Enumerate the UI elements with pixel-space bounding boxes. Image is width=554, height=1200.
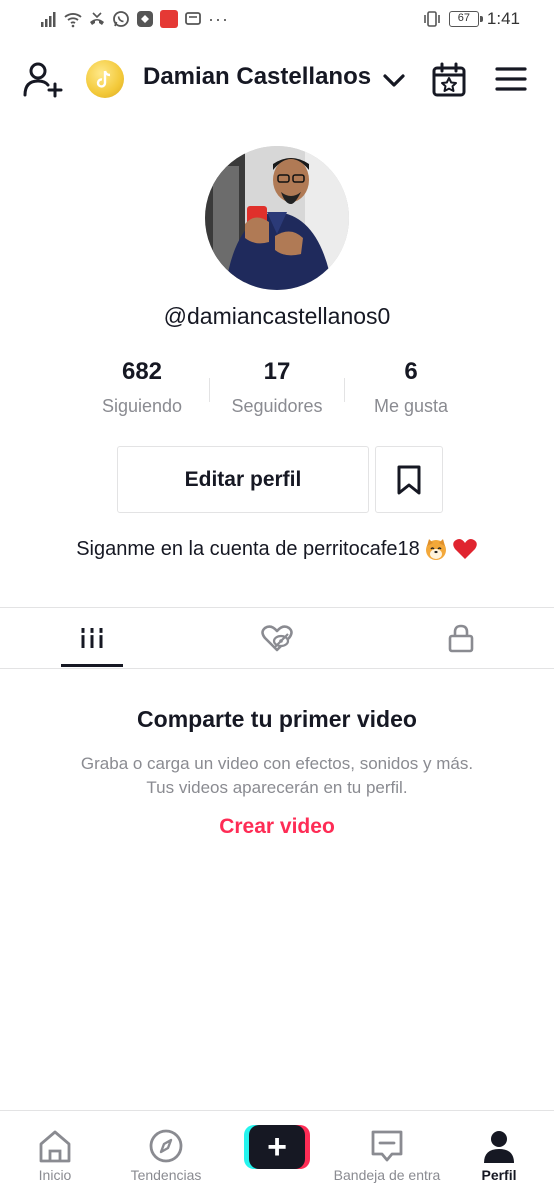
signal-icon	[41, 12, 56, 27]
compass-icon	[149, 1129, 183, 1163]
nav-inbox-label: Bandeja de entra	[333, 1167, 441, 1183]
tiktok-note-icon	[96, 70, 111, 88]
status-bar: ··· 67 1:41	[0, 0, 554, 40]
chevron-down-icon[interactable]	[381, 68, 407, 92]
stat-followers-value: 17	[263, 358, 291, 385]
stat-following-label: Siguiendo	[101, 396, 183, 416]
battery-icon: 67	[448, 11, 483, 27]
create-button[interactable]: +	[244, 1125, 310, 1169]
profile-stats: 682 Siguiendo 17 Seguidores 6 Me gusta	[0, 358, 554, 428]
nav-home[interactable]: Inicio	[24, 1111, 86, 1200]
edit-profile-button[interactable]: Editar perfil	[117, 446, 369, 513]
coin-icon[interactable]	[86, 60, 124, 98]
message-icon	[185, 12, 201, 25]
tabs-divider-bottom	[0, 668, 554, 669]
tab-private[interactable]	[401, 608, 521, 668]
empty-state-description: Graba o carga un video con efectos, soni…	[80, 754, 474, 797]
profile-avatar[interactable]	[205, 146, 349, 290]
nav-discover-label: Tendencias	[130, 1167, 202, 1183]
red-heart-icon	[453, 539, 477, 559]
account-switcher-title[interactable]: Damian Castellanos	[143, 63, 371, 91]
profile-bio: Siganme en la cuenta de perritocafe18	[0, 537, 554, 561]
create-video-link[interactable]: Crear video	[0, 815, 554, 839]
status-icons-left: ···	[40, 10, 229, 28]
tab-videos[interactable]	[32, 608, 152, 668]
nav-profile[interactable]: Perfil	[470, 1111, 528, 1200]
menu-icon[interactable]	[494, 64, 528, 94]
nav-inbox[interactable]: Bandeja de entra	[330, 1111, 444, 1200]
nav-discover[interactable]: Tendencias	[118, 1111, 214, 1200]
stat-likes-label: Me gusta	[373, 396, 449, 416]
status-time: 1:41	[486, 9, 520, 28]
lock-icon	[448, 624, 474, 653]
whatsapp-icon	[113, 11, 129, 27]
empty-state-title: Comparte tu primer video	[137, 706, 417, 732]
vibrate-icon	[424, 11, 440, 27]
more-notifications: ···	[208, 9, 229, 29]
nav-profile-label: Perfil	[481, 1167, 517, 1183]
calendar-star-icon[interactable]	[430, 61, 468, 99]
profile-icon	[484, 1131, 514, 1163]
stat-followers-label: Seguidores	[231, 396, 323, 416]
bookmark-icon	[397, 465, 421, 494]
nav-home-label: Inicio	[38, 1167, 72, 1183]
profile-header: Damian Castellanos	[0, 48, 554, 110]
active-tab-indicator	[61, 664, 123, 667]
stat-likes[interactable]: 6 Me gusta	[341, 358, 481, 417]
inbox-icon	[371, 1130, 403, 1162]
missed-call-icon	[90, 12, 104, 25]
videos-grid-icon	[80, 628, 104, 648]
add-user-icon[interactable]	[22, 60, 64, 98]
bookmark-button[interactable]	[375, 446, 443, 513]
wifi-icon	[64, 13, 82, 28]
bottom-navigation: Inicio Tendencias + Bandeja de entra Per…	[0, 1110, 554, 1200]
dog-face-icon	[425, 539, 446, 560]
battery-level: 67	[457, 12, 471, 24]
app-icon	[137, 11, 153, 27]
stat-likes-value: 6	[404, 358, 418, 385]
stat-followers[interactable]: 17 Seguidores	[207, 358, 347, 417]
liked-hidden-icon	[261, 625, 293, 652]
profile-handle: @damiancastellanos0	[163, 303, 391, 329]
profile-tabs	[0, 608, 554, 668]
avatar-photo	[205, 146, 349, 290]
app-red-icon	[160, 10, 178, 28]
home-icon	[39, 1130, 71, 1163]
bio-text: Siganme en la cuenta de perritocafe18	[76, 537, 420, 560]
tab-liked[interactable]	[217, 608, 337, 668]
create-plus-icon: +	[249, 1125, 305, 1169]
stat-following-value: 682	[121, 358, 163, 385]
stat-following[interactable]: 682 Siguiendo	[72, 358, 212, 417]
status-icons-right: 67 1:41	[423, 9, 520, 29]
